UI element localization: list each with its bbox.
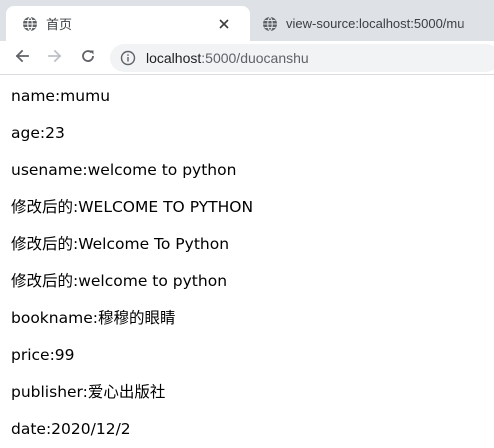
line-price: price:99 (11, 346, 75, 364)
line-name: name:mumu (11, 87, 111, 105)
line-title-case: 修改后的:Welcome To Python (11, 235, 230, 253)
url-host: localhost (146, 50, 202, 66)
tab-view-source[interactable]: view-source:localhost:5000/mu (250, 6, 494, 41)
line-usename: usename:welcome to python (11, 161, 237, 179)
forward-arrow-icon (47, 48, 63, 69)
globe-icon (22, 16, 38, 32)
globe-icon (262, 16, 278, 32)
url-path: :5000/duocanshu (201, 50, 309, 66)
tab-active[interactable]: 首页 (6, 6, 250, 41)
tab-close-icon[interactable] (216, 16, 232, 32)
info-icon[interactable] (120, 50, 136, 66)
back-button[interactable] (10, 46, 34, 70)
line-date: date:2020/12/2 (11, 420, 131, 438)
address-bar[interactable]: localhost:5000/duocanshu (110, 44, 494, 72)
tab-title: 首页 (46, 17, 73, 32)
line-age: age:23 (11, 124, 65, 142)
forward-button[interactable] (43, 46, 67, 70)
tab-title: view-source:localhost:5000/mu (286, 16, 465, 31)
back-arrow-icon (14, 48, 30, 69)
line-bookname: bookname:穆穆的眼睛 (11, 309, 176, 327)
tab-strip: 首页 view-source:localhost:5000/mu (0, 0, 494, 41)
page-content: name:mumu age:23 usename:welcome to pyth… (0, 75, 494, 448)
url-text: localhost:5000/duocanshu (146, 50, 309, 66)
line-publisher: publisher:爱心出版社 (11, 383, 166, 401)
toolbar: localhost:5000/duocanshu (0, 41, 494, 75)
browser-window: 首页 view-source:localhost:5000/mu localho… (0, 0, 494, 448)
line-lower: 修改后的:welcome to python (11, 272, 228, 290)
reload-button[interactable] (76, 46, 100, 70)
reload-icon (80, 48, 96, 69)
line-upper: 修改后的:WELCOME TO PYTHON (11, 198, 254, 216)
